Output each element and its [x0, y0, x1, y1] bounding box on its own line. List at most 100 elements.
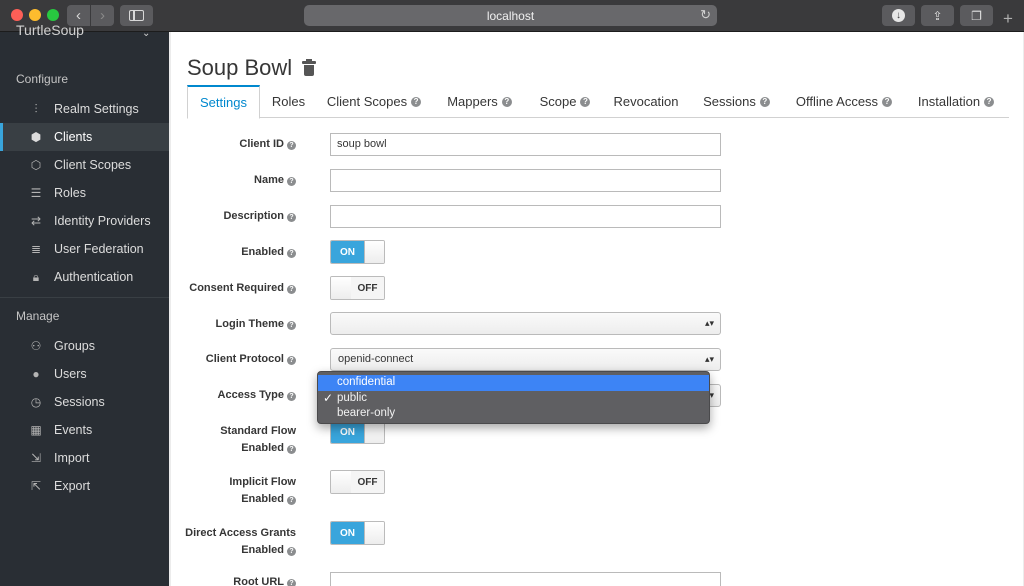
exchange-icon: ⇄ — [30, 214, 42, 228]
sidebar-item-roles[interactable]: ☰ Roles — [0, 179, 169, 207]
section-divider — [0, 297, 169, 298]
client-protocol-label: Client Protocol? — [206, 351, 296, 368]
tab-bar: Settings Roles Client Scopes? Mappers? S… — [187, 85, 1009, 119]
sidebar-item-label: Users — [54, 367, 87, 381]
client-id-input[interactable]: soup bowl — [330, 133, 721, 156]
tab-overview-button[interactable]: ❐ — [960, 5, 993, 26]
minimize-window-button[interactable] — [29, 9, 41, 21]
sidebar-item-label: Realm Settings — [54, 102, 139, 116]
option-public[interactable]: ✓ public — [318, 391, 709, 407]
tab-roles[interactable]: Roles — [260, 85, 317, 118]
tab-offline-access[interactable]: Offline Access? — [790, 85, 898, 118]
access-type-dropdown: confidential ✓ public bearer-only — [317, 371, 710, 424]
help-icon: ? — [287, 579, 296, 586]
description-label: Description? — [223, 208, 296, 225]
toggle-state: ON — [331, 421, 364, 443]
tab-scope[interactable]: Scope? — [534, 85, 596, 118]
implicit-flow-toggle[interactable]: OFF — [330, 470, 385, 494]
new-tab-button[interactable]: + — [1003, 10, 1013, 27]
sidebar-item-authentication[interactable]: 🔒︎ Authentication — [0, 263, 169, 291]
sidebar-item-groups[interactable]: ⚇ Groups — [0, 332, 169, 360]
sidebar-item-events[interactable]: ▦ Events — [0, 416, 169, 444]
description-input[interactable] — [330, 205, 721, 228]
help-icon: ? — [287, 392, 296, 401]
sidebar-item-import[interactable]: ⇲ Import — [0, 444, 169, 472]
import-icon: ⇲ — [30, 451, 42, 465]
help-icon: ? — [287, 285, 296, 294]
toggle-state: ON — [331, 522, 364, 544]
sidebar-item-clients[interactable]: ⬢ Clients — [0, 123, 169, 151]
standard-flow-label: Standard Flow — [220, 425, 296, 437]
page-title: Soup Bowl — [187, 55, 293, 80]
sidebar-item-label: Roles — [54, 186, 86, 200]
help-icon: ? — [287, 321, 296, 330]
implicit-flow-label-line2: Enabled? — [241, 491, 296, 508]
enabled-label: Enabled? — [241, 244, 296, 261]
login-theme-label: Login Theme? — [216, 316, 296, 333]
main-area: Soup Bowl Settings Roles Client Scopes? … — [169, 32, 1024, 586]
tabs-icon: ❐ — [971, 8, 982, 23]
login-theme-select[interactable]: ▴▾ — [330, 312, 721, 335]
help-icon: ? — [287, 547, 296, 556]
select-arrows-icon: ▴▾ — [704, 318, 714, 328]
help-icon: ? — [882, 96, 893, 107]
chevron-left-icon: ‹ — [76, 7, 81, 24]
implicit-flow-label: Implicit Flow — [229, 476, 296, 488]
sidebar-item-label: Authentication — [54, 270, 134, 284]
share-button[interactable]: ⇪ — [921, 5, 954, 26]
help-icon: ? — [411, 96, 422, 107]
help-icon: ? — [580, 96, 591, 107]
name-input[interactable] — [330, 169, 721, 192]
tab-revocation[interactable]: Revocation — [608, 85, 684, 118]
close-window-button[interactable] — [11, 9, 23, 21]
zoom-window-button[interactable] — [47, 9, 59, 21]
cube-icon: ⬢ — [30, 130, 42, 144]
sidebar-item-identity-providers[interactable]: ⇄ Identity Providers — [0, 207, 169, 235]
tab-installation[interactable]: Installation? — [909, 85, 1003, 118]
realm-selector[interactable]: TurtleSoup — [16, 22, 156, 38]
export-icon: ⇱ — [30, 479, 42, 493]
tab-client-scopes[interactable]: Client Scopes? — [324, 85, 424, 118]
standard-flow-label-line2: Enabled? — [241, 440, 296, 457]
select-arrows-icon: ▴▾ — [704, 354, 714, 364]
sidebar-item-export[interactable]: ⇱ Export — [0, 472, 169, 500]
root-url-input[interactable] — [330, 572, 721, 586]
user-icon: ● — [32, 367, 40, 381]
tab-mappers[interactable]: Mappers? — [441, 85, 518, 118]
help-icon: ? — [287, 496, 296, 505]
tab-settings[interactable]: Settings — [187, 85, 260, 119]
sidebar-item-label: Clients — [54, 130, 93, 144]
sidebar-item-user-federation[interactable]: ≣ User Federation — [0, 235, 169, 263]
consent-required-toggle[interactable]: OFF — [330, 276, 385, 300]
toggle-state: ON — [331, 241, 364, 263]
sidebar-item-sessions[interactable]: ◷ Sessions — [0, 388, 169, 416]
sidebar-item-label: Sessions — [54, 395, 105, 409]
trash-icon[interactable] — [302, 59, 316, 77]
share-icon: ⇪ — [932, 8, 943, 23]
sidebar-item-label: Groups — [54, 339, 95, 353]
option-confidential[interactable]: confidential — [318, 375, 709, 391]
sidebar-item-label: Export — [54, 479, 91, 493]
reload-icon[interactable]: ↻ — [700, 7, 711, 23]
help-icon: ? — [287, 213, 296, 222]
direct-access-toggle[interactable]: ON — [330, 521, 385, 545]
access-type-label: Access Type? — [218, 387, 296, 404]
option-bearer-only[interactable]: bearer-only — [318, 406, 709, 422]
sidebar-item-users[interactable]: ● Users — [0, 360, 169, 388]
downloads-button[interactable]: ↓ — [882, 5, 915, 26]
manage-heading: Manage — [16, 309, 60, 323]
chevron-right-icon: › — [100, 7, 105, 24]
help-icon: ? — [287, 356, 296, 365]
address-bar[interactable]: localhost ↻ — [304, 5, 717, 26]
enabled-toggle[interactable]: ON — [330, 240, 385, 264]
database-icon: ≣ — [30, 242, 42, 256]
url-text: localhost — [486, 8, 535, 23]
toggle-state: OFF — [351, 471, 384, 493]
sidebar-item-client-scopes[interactable]: ⬡ Client Scopes — [0, 151, 169, 179]
name-label: Name? — [254, 172, 296, 189]
client-protocol-select[interactable]: openid-connect ▴▾ — [330, 348, 721, 371]
help-icon: ? — [287, 249, 296, 258]
chevron-down-icon[interactable]: ⌄ — [142, 28, 150, 39]
tab-sessions[interactable]: Sessions? — [698, 85, 775, 118]
sidebar-item-realm-settings[interactable]: ⫶ Realm Settings — [0, 95, 169, 123]
